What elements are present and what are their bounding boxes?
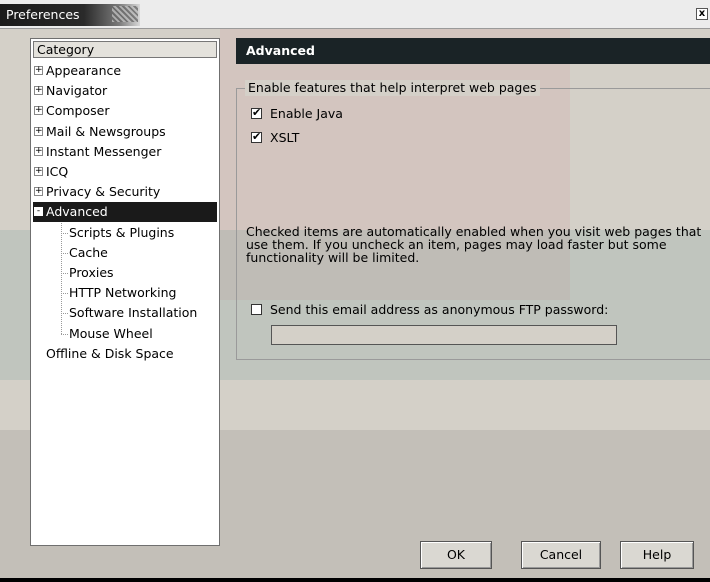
ok-button[interactable]: OK [420,541,492,569]
tree-branch-line [61,232,68,234]
category-item[interactable]: + Privacy & Security [34,182,160,202]
grip-icon [112,6,138,22]
expand-icon[interactable]: + [34,86,43,96]
category-item[interactable]: + Appearance [34,61,121,81]
title-bar[interactable]: Preferences x [0,0,710,29]
category-item[interactable]: Cache [69,243,108,263]
category-item[interactable]: Scripts & Plugins [69,223,174,243]
category-item[interactable]: Mouse Wheel [69,324,153,344]
close-button[interactable]: x [696,8,708,20]
advanced-panel: Advanced Enable features that help inter… [236,38,710,546]
enable-java-checkbox[interactable]: ✔ [251,106,262,119]
category-item[interactable]: Proxies [69,263,114,283]
category-item[interactable]: Offline & Disk Space [46,344,174,364]
category-item[interactable]: + Navigator [34,81,107,101]
features-groupbox: Enable features that help interpret web … [236,80,710,360]
collapse-icon[interactable]: - [34,207,43,217]
window-title: Preferences [6,7,80,22]
bottom-border [0,578,710,582]
category-item[interactable]: Software Installation [69,303,197,323]
category-item[interactable]: + Composer [34,101,109,121]
category-item-label: Software Installation [69,305,198,321]
category-tree[interactable]: Category + Appearance + Navigator + Composer +… [30,38,220,546]
category-item-label: Scripts & Plugins [69,224,175,240]
ftp-email-field[interactable] [271,325,617,345]
tree-guide-line [61,222,62,334]
category-item-label: Offline & Disk Space [46,345,174,361]
category-item[interactable]: + ICQ [34,162,68,182]
expand-icon[interactable]: + [34,106,43,116]
expand-icon[interactable]: + [34,66,43,75]
expand-icon[interactable]: + [34,126,43,136]
category-item-label: Navigator [46,83,108,99]
help-button[interactable]: Help [620,541,694,569]
tree-branch-line [61,252,68,254]
cancel-button[interactable]: Cancel [521,541,601,569]
category-header[interactable]: Category [33,41,217,58]
panel-title: Advanced [236,38,710,64]
ftp-password-label: Send this email address as anonymous FTP… [270,302,609,317]
enable-java-label: Enable Java [270,106,343,121]
category-item-label: Cache [69,244,108,260]
tree-branch-line [61,333,68,335]
preferences-window: Preferences x Category + Appearance + Navig… [0,0,710,582]
category-item-label: Advanced [46,204,108,220]
checkmark-icon: ✔ [252,106,262,119]
groupbox-legend: Enable features that help interpret web … [245,80,540,96]
category-item[interactable]: + Mail & Newsgroups [34,122,166,142]
dialog-body: Category + Appearance + Navigator + Composer +… [24,38,710,572]
category-item-label: Instant Messenger [46,143,162,159]
expand-icon[interactable]: + [34,167,43,176]
tree-branch-line [61,273,68,274]
info-text: Checked items are automatically enabled … [246,224,702,265]
category-item[interactable]: - Advanced [33,202,217,223]
expand-icon[interactable]: + [34,146,43,156]
category-item[interactable]: + Instant Messenger [34,142,161,162]
category-item-label: HTTP Networking [69,285,177,301]
expand-icon[interactable]: + [34,187,43,197]
xslt-label: XSLT [270,130,300,145]
enable-java-option[interactable]: ✔ Enable Java [251,105,343,123]
category-item-label: Composer [46,103,110,119]
category-item-label: ICQ [46,164,69,179]
category-item-label: Mail & Newsgroups [46,123,166,139]
category-item-label: Mouse Wheel [69,325,153,341]
category-item-label: Privacy & Security [46,184,161,200]
xslt-option[interactable]: ✔ XSLT [251,129,299,147]
tree-branch-line [61,313,68,315]
category-item[interactable]: HTTP Networking [69,283,176,303]
xslt-checkbox[interactable]: ✔ [251,130,262,143]
category-item-label: Appearance [46,63,122,78]
ftp-password-option[interactable]: Send this email address as anonymous FTP… [251,301,608,319]
ftp-password-checkbox[interactable] [251,304,262,315]
category-item-label: Proxies [69,265,114,280]
checkmark-icon: ✔ [252,130,262,143]
tree-branch-line [61,293,68,295]
